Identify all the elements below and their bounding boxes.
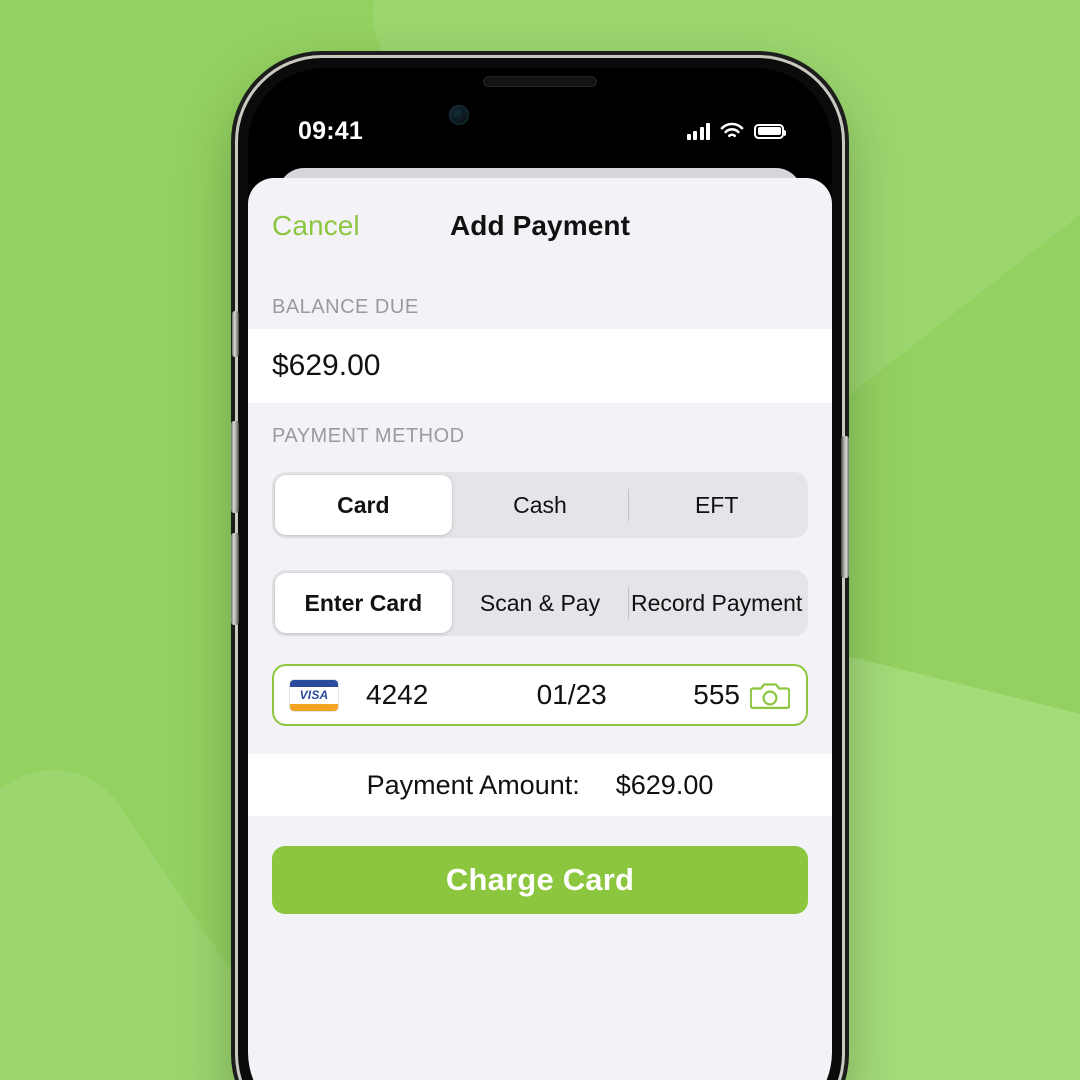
add-payment-sheet: Cancel Add Payment BALANCE DUE $629.00 P… [248,178,832,1080]
silence-switch-button[interactable] [232,311,239,357]
payment-method-label: PAYMENT METHOD [272,425,465,447]
balance-due-label: BALANCE DUE [272,296,419,318]
card-expiry-input[interactable]: 01/23 [510,679,633,711]
balance-due-value[interactable]: $629.00 [248,329,832,403]
card-mode-segmented-control: Enter Card Scan & Pay Record Payment [272,570,808,636]
card-number-input[interactable]: 4242 [338,679,510,711]
poster-canvas: 09:41 Cancel Add Payment BALANCE DUE $62… [0,0,1080,1080]
card-mode-segmented-control-wrap: Enter Card Scan & Pay Record Payment [248,538,832,636]
visa-top-stripe [290,679,338,687]
payment-method-segmented-control-wrap: Card Cash EFT [248,458,832,538]
sheet-header: Cancel Add Payment [248,178,832,274]
phone-screen: 09:41 Cancel Add Payment BALANCE DUE $62… [248,68,832,1080]
card-cvv-input[interactable]: 555 [633,679,750,711]
segment-record-payment[interactable]: Record Payment [628,573,805,633]
phone-device-frame: 09:41 Cancel Add Payment BALANCE DUE $62… [231,58,849,1080]
camera-icon[interactable] [749,679,791,711]
payment-method-segmented-control: Card Cash EFT [272,472,808,538]
volume-up-button[interactable] [231,421,239,513]
segment-card[interactable]: Card [275,475,452,535]
payment-amount-label: Payment Amount: [366,769,580,800]
payment-amount-row: Payment Amount: $629.00 [248,754,832,816]
visa-bottom-stripe [290,703,338,711]
segment-enter-card[interactable]: Enter Card [275,573,452,633]
status-bar-clock: 09:41 [298,116,363,145]
power-button[interactable] [841,436,849,578]
segment-scan-and-pay[interactable]: Scan & Pay [452,573,629,633]
status-bar: 09:41 [248,114,832,148]
card-entry-row: VISA 4242 01/23 555 [272,664,808,726]
card-entry-wrap: VISA 4242 01/23 555 [248,636,832,726]
charge-card-button[interactable]: Charge Card [272,846,808,914]
visa-brand-label: VISA [299,688,329,702]
segment-eft[interactable]: EFT [628,475,805,535]
battery-full-icon [754,123,786,139]
wifi-icon [720,122,744,138]
status-bar-icons [686,122,786,140]
cancel-button[interactable]: Cancel [272,210,360,242]
earpiece-speaker-icon [483,76,597,87]
payment-amount-value: $629.00 [615,769,714,800]
segment-cash[interactable]: Cash [452,475,629,535]
signal-bars-icon [686,122,710,140]
visa-card-icon: VISA [290,679,338,711]
charge-button-wrap: Charge Card [248,816,832,914]
volume-down-button[interactable] [231,533,239,625]
